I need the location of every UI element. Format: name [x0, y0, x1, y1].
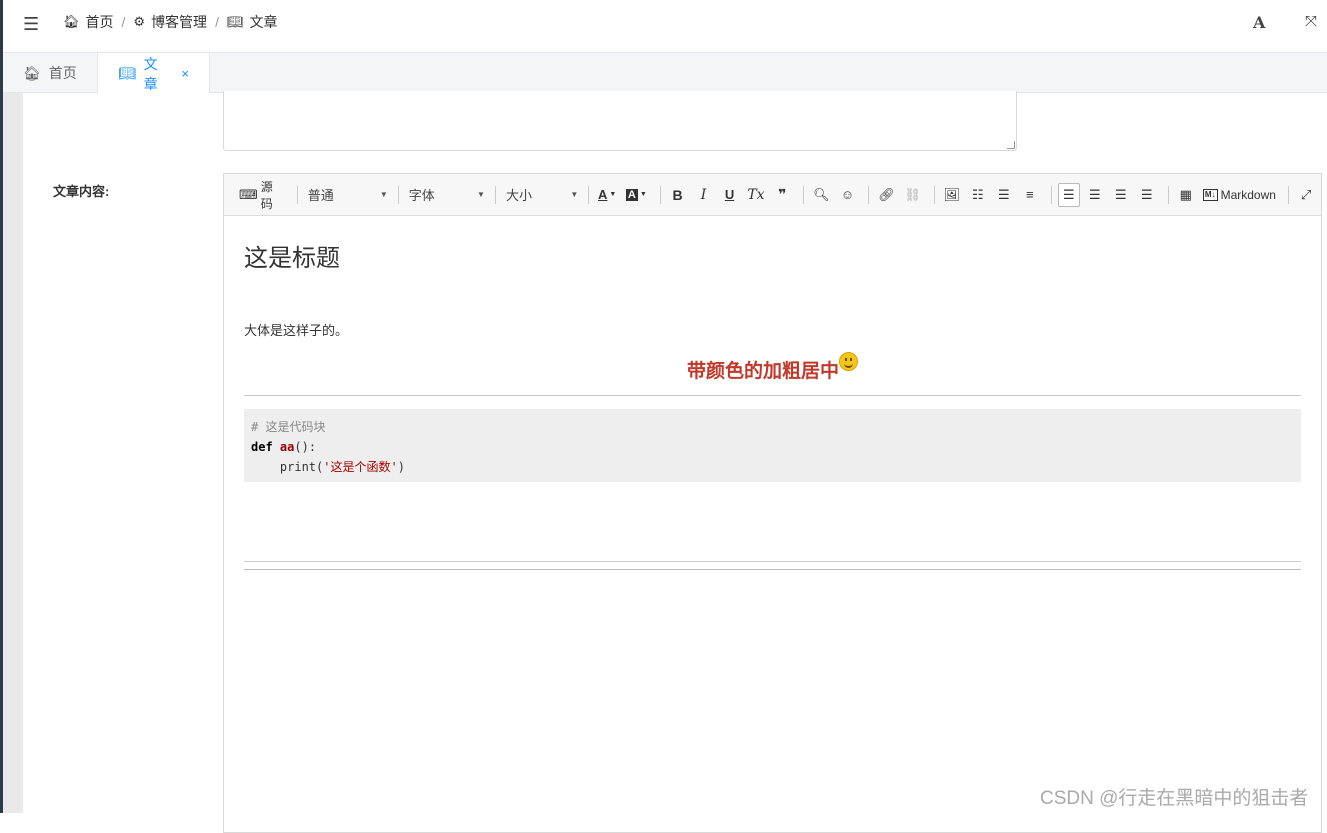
code-block-icon[interactable]: ▦: [1175, 183, 1197, 207]
paragraph-format-select[interactable]: 普通 ▼: [304, 183, 392, 207]
smiley-emoji-icon: [839, 352, 858, 371]
resize-handle[interactable]: [1007, 141, 1015, 149]
toolbar-divider: [588, 185, 590, 204]
horizontal-rule: [244, 561, 1301, 562]
italic-button[interactable]: I: [693, 183, 715, 207]
code-block: # 这是代码块 def aa(): print('这是个函数'): [244, 409, 1301, 482]
source-icon: ⌨: [239, 186, 258, 202]
code-line: print('这是个函数'): [251, 460, 405, 474]
breadcrumb-item-article: 📖︎ 文章: [226, 14, 278, 30]
toolbar-divider: [1167, 185, 1169, 204]
caret-down-icon: ▼: [477, 190, 485, 199]
document-heading: 这是标题: [244, 245, 340, 272]
bold-button[interactable]: B: [667, 183, 689, 207]
source-code-button[interactable]: ⌨ 源码: [236, 180, 287, 211]
bullet-list-icon[interactable]: ☰: [993, 183, 1015, 207]
code-comment: # 这是代码块: [251, 420, 326, 434]
breadcrumb-item-blog-admin[interactable]: ⚙ 博客管理: [133, 12, 207, 32]
centered-bold-text: 带颜色的加粗居中: [244, 352, 1301, 383]
underline-button[interactable]: U: [719, 183, 741, 207]
horizontal-rule-icon[interactable]: ≡: [1019, 183, 1041, 207]
document-paragraph: 大体是这样子的。: [244, 323, 349, 338]
gear-icon: ⚙: [133, 14, 146, 29]
ordered-list-icon[interactable]: ☷: [967, 183, 989, 207]
main-content: 文章内容: ⌨ 源码 普通 ▼ 字体 ▼ 大小 ▼ A ▼ A ▼ B I U …: [23, 91, 1327, 833]
align-justify-icon[interactable]: ☰: [1136, 183, 1158, 207]
clear-format-button[interactable]: Tx: [745, 183, 768, 207]
breadcrumb: 🏠︎ 首页 / ⚙ 博客管理 / 📖︎ 文章: [63, 12, 277, 32]
preview-icon[interactable]: 🔍︎: [810, 183, 832, 207]
tab-home[interactable]: 🏠︎ 首页: [3, 53, 97, 93]
content-field-label: 文章内容:: [53, 184, 110, 199]
horizontal-rule: [244, 569, 1301, 570]
markdown-icon: M↓: [1202, 188, 1218, 201]
toolbar-divider: [397, 185, 399, 204]
font-size-button[interactable]: A: [1253, 13, 1265, 32]
font-size-select[interactable]: 大小 ▼: [502, 183, 582, 207]
close-icon[interactable]: ×: [181, 66, 189, 81]
book-icon: 📖︎: [226, 14, 244, 29]
background-color-icon: A: [625, 188, 638, 201]
toolbar-divider: [1050, 185, 1052, 204]
toolbar-divider: [659, 185, 661, 204]
hamburger-icon[interactable]: ☰: [23, 14, 41, 34]
toolbar-divider: [868, 185, 870, 204]
home-icon: 🏠︎: [63, 14, 80, 29]
breadcrumb-separator: /: [121, 14, 126, 30]
toolbar-divider: [1288, 185, 1290, 204]
align-right-icon[interactable]: ☰: [1110, 183, 1132, 207]
image-icon[interactable]: 🖼︎: [941, 183, 963, 207]
toolbar-divider: [296, 185, 298, 204]
breadcrumb-separator: /: [215, 14, 219, 30]
breadcrumb-item-home[interactable]: 🏠︎ 首页: [63, 12, 114, 32]
horizontal-rule: [244, 395, 1301, 396]
editor-toolbar: ⌨ 源码 普通 ▼ 字体 ▼ 大小 ▼ A ▼ A ▼ B I U Tx ❞ 🔍…: [224, 174, 1321, 216]
toolbar-divider: [803, 185, 805, 204]
summary-textarea[interactable]: [223, 91, 1017, 151]
caret-down-icon: ▼: [379, 190, 388, 199]
book-icon: 📖︎: [118, 65, 136, 81]
align-center-icon[interactable]: ☰: [1084, 183, 1106, 207]
toolbar-divider: [494, 185, 496, 204]
emoji-icon[interactable]: ☺: [836, 183, 858, 207]
home-icon: 🏠︎: [23, 64, 41, 81]
rich-text-editor: ⌨ 源码 普通 ▼ 字体 ▼ 大小 ▼ A ▼ A ▼ B I U Tx ❞ 🔍…: [223, 173, 1322, 833]
link-icon[interactable]: 🔗︎: [875, 183, 897, 207]
toolbar-divider: [933, 185, 935, 204]
background-color-button[interactable]: A ▼: [623, 183, 649, 207]
fullscreen-icon[interactable]: ⤧: [1305, 13, 1317, 30]
markdown-button[interactable]: M↓ Markdown: [1201, 183, 1278, 207]
quote-button[interactable]: ❞: [771, 183, 793, 207]
align-left-icon[interactable]: ☰: [1057, 182, 1080, 207]
watermark: CSDN @行走在黑暗中的狙击者: [1040, 788, 1309, 809]
caret-down-icon: ▼: [570, 190, 579, 199]
fullscreen-icon[interactable]: ⤢: [1295, 183, 1317, 207]
top-navbar: ☰ 🏠︎ 首页 / ⚙ 博客管理 / 📖︎ 文章 A ⤧: [3, 0, 1327, 53]
tabs-bar: 🏠︎ 首页 📖︎ 文章 ×: [3, 53, 1327, 94]
tab-article[interactable]: 📖︎ 文章 ×: [97, 53, 210, 94]
unlink-icon[interactable]: ⛓: [902, 183, 924, 207]
text-color-button[interactable]: A ▼: [595, 183, 619, 207]
content-gutter: [3, 93, 23, 813]
text-color-icon: A: [598, 187, 608, 202]
font-family-select[interactable]: 字体 ▼: [405, 183, 489, 207]
code-line: def aa():: [251, 440, 317, 454]
